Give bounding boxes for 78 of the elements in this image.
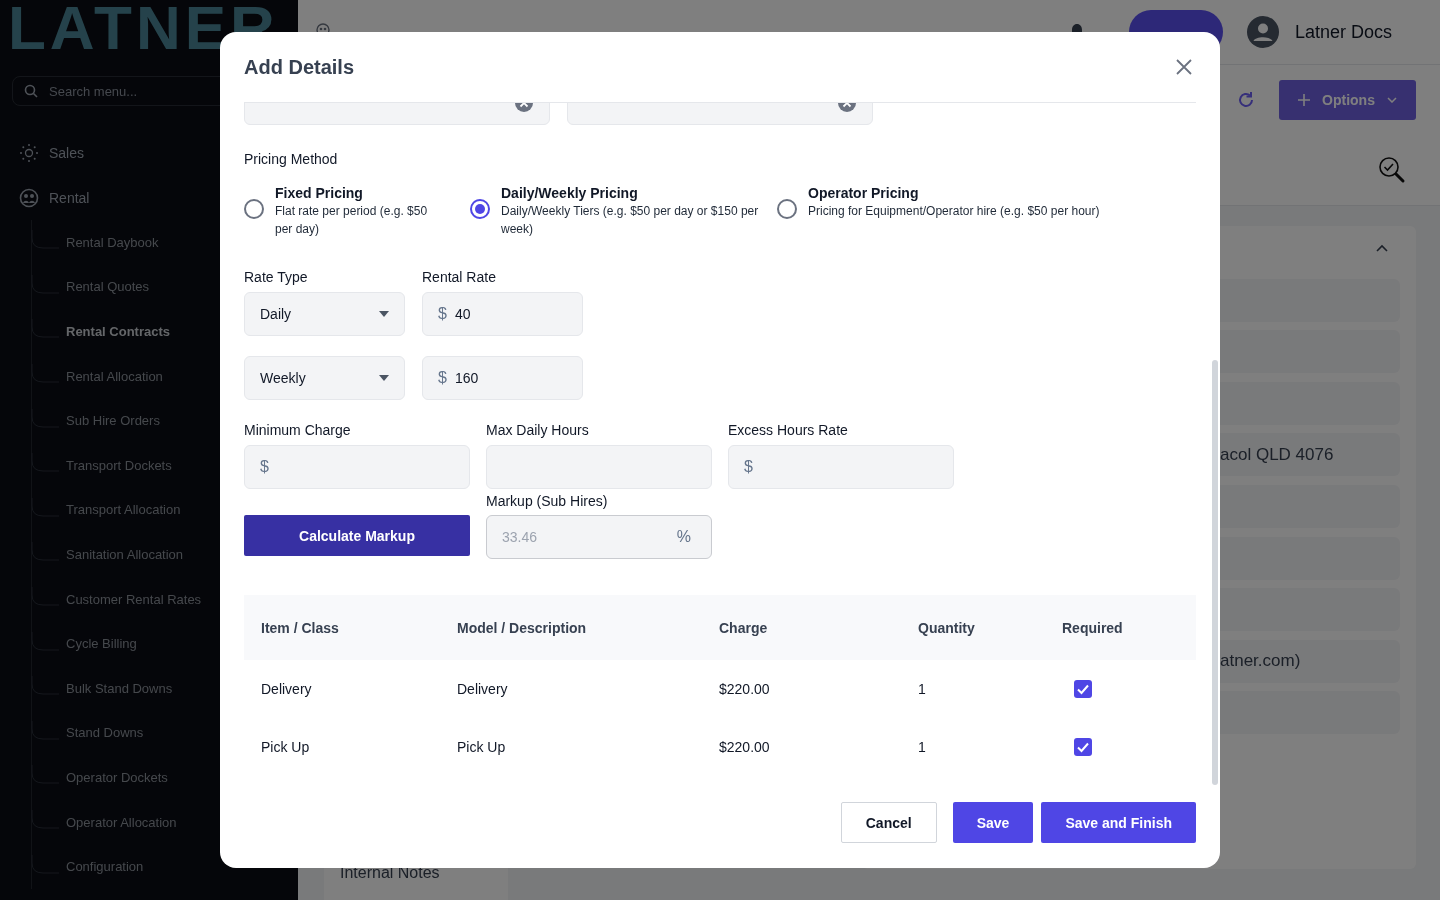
column-header: Model / Description — [456, 619, 588, 636]
field-label: Pricing Method — [244, 151, 339, 167]
sidebar-item[interactable]: Operator Dockets — [66, 769, 168, 785]
radio-button[interactable] — [470, 199, 490, 219]
search-icon — [24, 84, 38, 98]
sidebar-item[interactable]: Sanitation Allocation — [66, 546, 184, 562]
sidebar-item[interactable]: Configuration — [66, 859, 144, 875]
sidebar-item[interactable]: Rental Contracts — [66, 324, 171, 339]
plus-icon — [1298, 94, 1311, 106]
field-label: Excess Hours Rate — [728, 422, 849, 438]
search-check-icon[interactable] — [1378, 156, 1406, 184]
dropdown[interactable]: Daily — [244, 292, 405, 336]
option-description: Flat rate per period (e.g. $50 per day) — [275, 203, 429, 238]
refresh-icon[interactable] — [1237, 91, 1255, 109]
input-field[interactable] — [486, 445, 712, 489]
options-button[interactable]: Options — [1279, 80, 1416, 120]
caret-icon — [379, 311, 389, 317]
table-cell-text: $220.00 — [718, 681, 771, 697]
table-cell-text: Delivery — [260, 681, 313, 697]
radio-button[interactable] — [244, 199, 264, 219]
column-header: Required — [1061, 619, 1124, 636]
column-header: Quantity — [917, 619, 976, 636]
sidebar-item[interactable]: Sub Hire Orders — [66, 413, 160, 429]
table-cell-text: Pick Up — [456, 739, 507, 755]
sidebar-item[interactable]: Transport Dockets — [66, 457, 172, 473]
sidebar-item[interactable]: Rental Allocation — [66, 368, 163, 384]
sidebar-item[interactable]: Transport Allocation — [66, 502, 181, 518]
input-field[interactable]: $ 40 — [422, 292, 583, 336]
checkbox[interactable] — [1074, 680, 1092, 698]
column-header: Charge — [718, 619, 769, 636]
checkbox[interactable] — [1074, 738, 1092, 756]
scrollbar[interactable] — [1212, 360, 1218, 785]
sidebar-item[interactable]: Rental Quotes — [66, 279, 150, 295]
field-label: Rental Rate — [422, 269, 497, 285]
sidebar-item[interactable]: Customer Rental Rates — [66, 591, 202, 607]
sidebar-item[interactable]: Operator Allocation — [66, 814, 177, 830]
dialog-button[interactable]: Save and Finish — [1041, 802, 1196, 843]
table-cell-text: $220.00 — [718, 739, 771, 755]
radio-button[interactable] — [777, 199, 797, 219]
sidebar-item[interactable]: Bulk Stand Downs — [66, 680, 173, 696]
close-icon[interactable] — [1176, 59, 1192, 75]
avatar-icon[interactable] — [1246, 16, 1279, 48]
input-field: 33.46 % — [486, 515, 712, 559]
sidebar-item[interactable]: Sales — [12, 130, 199, 175]
sidebar-item[interactable]: Cycle Billing — [66, 636, 137, 652]
option-title: Operator Pricing — [808, 184, 920, 202]
sidebar-item[interactable]: Stand Downs — [66, 725, 144, 741]
field-label: Max Daily Hours — [486, 422, 590, 438]
field-label: Markup (Sub Hires) — [486, 493, 609, 509]
dropdown[interactable]: Weekly — [244, 356, 405, 400]
field-label: Rate Type — [244, 269, 309, 285]
caret-icon — [379, 375, 389, 381]
input-field[interactable]: $ 160 — [422, 356, 583, 400]
dialog-button[interactable]: Cancel — [840, 802, 937, 843]
input-field[interactable]: $ — [244, 445, 470, 489]
people-icon — [19, 187, 39, 208]
chevron-up-icon[interactable] — [1376, 244, 1388, 252]
table-cell-text: 1 — [917, 739, 927, 755]
calculate-markup-button[interactable]: Calculate Markup — [244, 515, 470, 556]
chevron-down-icon — [1386, 97, 1397, 103]
column-header: Item / Class — [260, 619, 340, 636]
option-description: Pricing for Equipment/Operator hire (e.g. $50 per hour) — [808, 203, 1100, 220]
option-title: Daily/Weekly Pricing — [501, 184, 639, 202]
option-title: Fixed Pricing — [275, 184, 364, 202]
table-cell-text: Delivery — [456, 681, 509, 697]
field-value: acol QLD 4076 — [1220, 444, 1334, 465]
field-label: Minimum Charge — [244, 422, 352, 438]
sidebar-item[interactable]: Rental — [12, 175, 199, 220]
field-value: atner.com) — [1220, 651, 1301, 672]
table-cell-text: 1 — [917, 681, 927, 697]
user-name: Latner Docs — [1294, 21, 1392, 43]
input-field[interactable]: $ — [728, 445, 954, 489]
dialog-title: Add Details — [244, 55, 355, 79]
table-cell-text: Pick Up — [260, 739, 311, 755]
dialog-button[interactable]: Save — [952, 802, 1034, 843]
option-description: Daily/Weekly Tiers (e.g. $50 per day or $150 per week) — [501, 203, 760, 238]
sales-icon — [19, 142, 39, 163]
sidebar-item[interactable]: Rental Daybook — [66, 234, 159, 250]
